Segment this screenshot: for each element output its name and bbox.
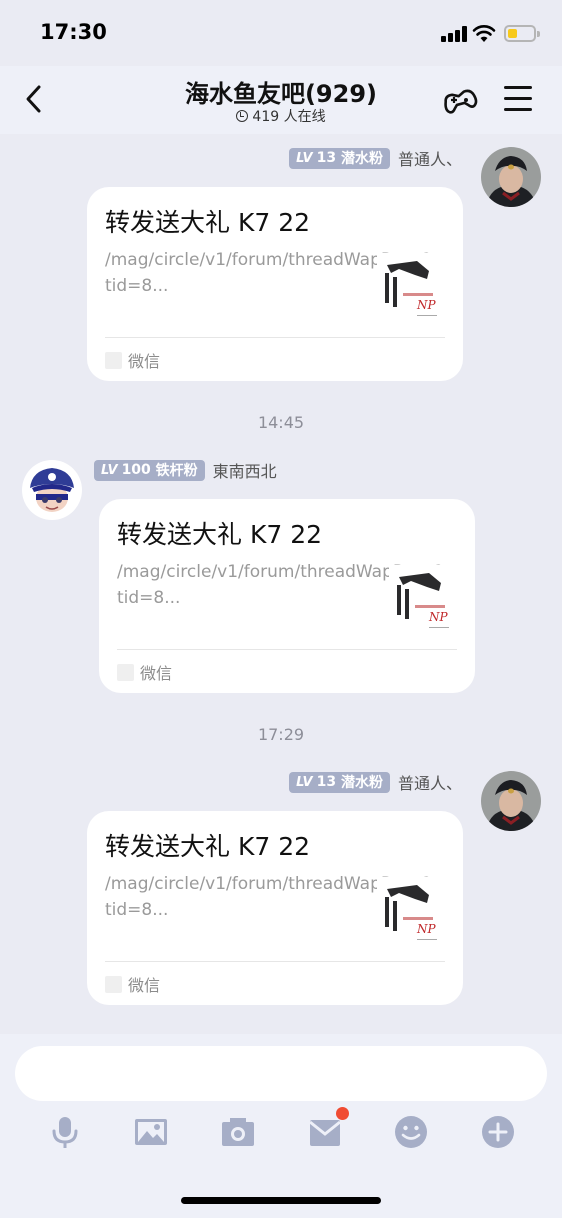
more-button[interactable] <box>480 1114 516 1150</box>
card-description: /mag/circle/v1/forum/threadWapPage?tid=8… <box>117 562 444 608</box>
card-thumbnail: NP <box>377 877 447 947</box>
svg-text:NP: NP <box>428 610 449 624</box>
online-clock-icon <box>236 110 249 122</box>
battery-icon <box>504 25 540 42</box>
timestamp: 14:45 <box>257 413 305 432</box>
card-divider <box>105 337 445 338</box>
image-icon <box>135 1119 167 1145</box>
card-description: /mag/circle/v1/forum/threadWapPage?tid=8… <box>105 250 432 296</box>
svg-text:NP: NP <box>416 298 437 312</box>
online-count-text: 419 人在线 <box>252 109 326 125</box>
message-input[interactable] <box>15 1046 547 1101</box>
shared-link-card[interactable]: 转发送大礼 K7 22 /mag/circle/v1/forum/threadW… <box>99 499 475 693</box>
plus-icon <box>482 1116 514 1148</box>
home-indicator[interactable] <box>181 1197 381 1204</box>
card-source: 微信 <box>117 661 172 683</box>
card-divider <box>105 961 445 962</box>
menu-button[interactable] <box>504 86 532 112</box>
source-label: 微信 <box>140 664 173 683</box>
emoji-icon <box>395 1116 427 1148</box>
cellular-signal-icon <box>441 26 467 42</box>
wifi-icon <box>472 25 496 42</box>
source-app-icon <box>117 663 134 681</box>
sender-meta: LV 13 潜水粉 普通人、 <box>289 146 462 170</box>
source-app-icon <box>105 975 122 993</box>
source-app-icon <box>105 351 122 369</box>
source-label: 微信 <box>128 976 161 995</box>
avatar-pirate[interactable] <box>22 460 82 520</box>
microphone-button[interactable] <box>47 1114 83 1150</box>
card-title: 转发送大礼 K7 22 <box>105 208 311 237</box>
status-bar: 17:30 <box>0 0 562 66</box>
sender-meta: LV 13 潜水粉 普通人、 <box>289 770 462 794</box>
sender-nickname: 東南西北 <box>212 462 277 481</box>
gift-mail-icon <box>309 1120 341 1146</box>
source-label: 微信 <box>128 352 161 371</box>
card-thumbnail: NP <box>377 253 447 323</box>
input-area <box>0 1034 562 1218</box>
timestamp: 17:29 <box>257 725 305 744</box>
sender-meta: LV 100 铁杆粉 東南西北 <box>94 458 277 482</box>
card-title: 转发送大礼 K7 22 <box>117 520 323 549</box>
card-title: 转发送大礼 K7 22 <box>105 832 311 861</box>
card-thumbnail: NP <box>389 565 459 635</box>
level-badge: LV 13 潜水粉 <box>289 771 390 793</box>
card-description: /mag/circle/v1/forum/threadWapPage?tid=8… <box>105 874 432 920</box>
emoji-button[interactable] <box>393 1114 429 1150</box>
svg-text:NP: NP <box>416 922 437 936</box>
shared-link-card[interactable]: 转发送大礼 K7 22 /mag/circle/v1/forum/threadW… <box>87 187 463 381</box>
status-time: 17:30 <box>40 20 107 44</box>
card-divider <box>117 649 457 650</box>
avatar-putin[interactable] <box>481 771 541 831</box>
gift-button[interactable] <box>307 1114 343 1150</box>
card-source: 微信 <box>105 973 160 995</box>
chat-header: 海水鱼友吧(929) 419 人在线 <box>0 66 562 134</box>
sender-nickname: 普通人、 <box>397 774 462 793</box>
notification-dot <box>336 1107 349 1120</box>
camera-icon <box>222 1118 254 1146</box>
sender-nickname: 普通人、 <box>397 150 462 169</box>
avatar-putin[interactable] <box>481 147 541 207</box>
game-controller-icon[interactable] <box>440 84 480 118</box>
camera-button[interactable] <box>220 1114 256 1150</box>
level-badge: LV 13 潜水粉 <box>289 147 390 169</box>
chat-message-list[interactable]: LV 13 潜水粉 普通人、 转发送大礼 K7 22 /mag/circle/v1… <box>0 134 562 1034</box>
image-button[interactable] <box>133 1114 169 1150</box>
shared-link-card[interactable]: 转发送大礼 K7 22 /mag/circle/v1/forum/threadW… <box>87 811 463 1005</box>
microphone-icon <box>52 1117 78 1148</box>
card-source: 微信 <box>105 349 160 371</box>
level-badge: LV 100 铁杆粉 <box>94 459 205 481</box>
